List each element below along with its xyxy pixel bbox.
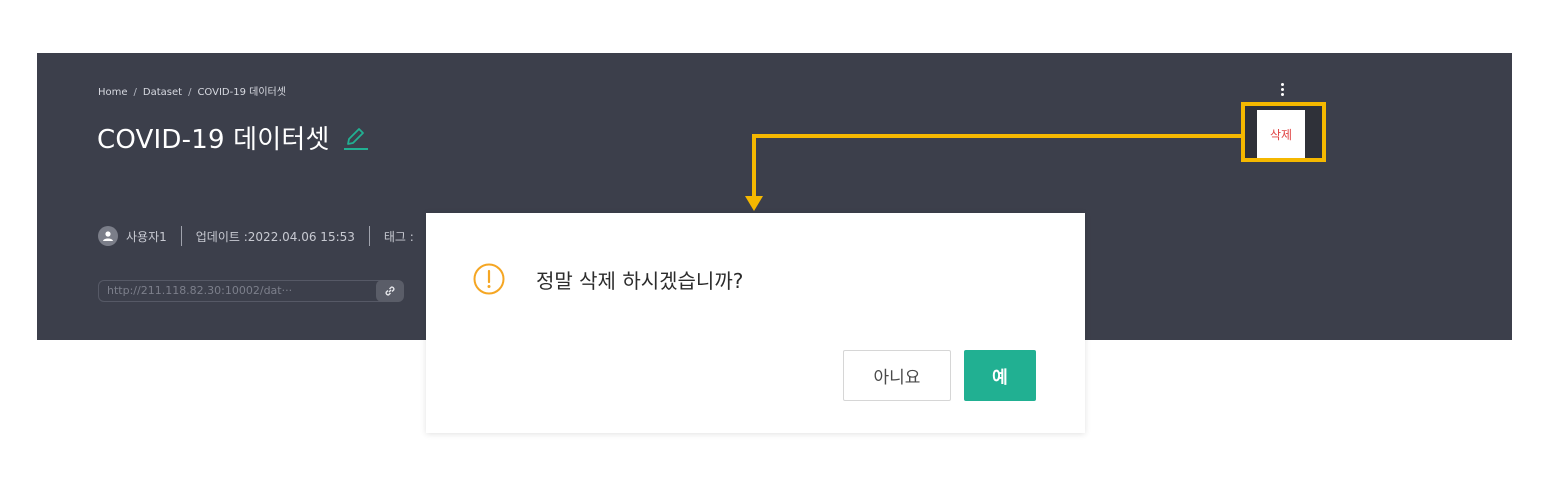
divider [368, 226, 370, 246]
callout-arrow-line [752, 134, 756, 198]
delete-button[interactable]: 삭제 [1257, 110, 1305, 158]
breadcrumb-dataset[interactable]: Dataset [143, 87, 182, 98]
divider [180, 226, 182, 246]
link-icon [385, 286, 395, 296]
dataset-meta: 사용자1 업데이트 :2022.04.06 15:53 태그 : [98, 225, 414, 247]
dialog-message: 정말 삭제 하시겠습니까? [536, 269, 744, 293]
breadcrumb-separator: / [188, 87, 192, 98]
breadcrumb-home[interactable]: Home [98, 87, 128, 98]
user-avatar-icon [98, 226, 118, 246]
screen: Home / Dataset / COVID-19 데이터셋 COVID-19 데이터셋… [0, 0, 1556, 503]
pencil-icon[interactable] [340, 122, 370, 152]
owner-name: 사용자1 [126, 229, 167, 244]
page-title: COVID-19 데이터셋 [97, 125, 330, 155]
warning-circle-icon [473, 263, 505, 295]
copy-link-button[interactable] [376, 280, 404, 302]
updated-timestamp: 업데이트 :2022.04.06 15:53 [195, 229, 355, 244]
kebab-menu-icon[interactable] [1277, 81, 1287, 101]
callout-arrow-line [752, 134, 1242, 138]
cancel-button[interactable]: 아니요 [843, 350, 951, 401]
breadcrumb: Home / Dataset / COVID-19 데이터셋 [98, 83, 286, 98]
confirm-delete-dialog: 정말 삭제 하시겠습니까? 아니요 예 [426, 213, 1085, 433]
dataset-url-field[interactable]: http://211.118.82.30:10002/dat··· [98, 280, 403, 302]
tags-label: 태그 : [383, 229, 414, 244]
highlighted-delete-menu: 삭제 [1241, 102, 1326, 162]
confirm-button[interactable]: 예 [964, 350, 1036, 401]
callout-arrowhead [745, 196, 763, 211]
breadcrumb-current: COVID-19 데이터셋 [197, 87, 286, 98]
breadcrumb-separator: / [133, 87, 137, 98]
